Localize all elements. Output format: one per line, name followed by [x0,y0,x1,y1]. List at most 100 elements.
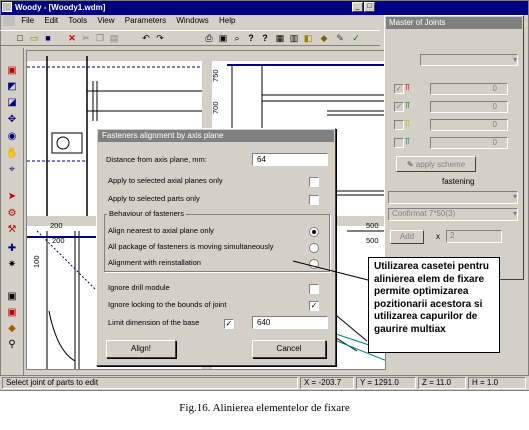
apply-axial-checkbox[interactable] [309,177,319,187]
count-field[interactable]: 2 [446,230,502,243]
menu-file[interactable]: File [17,14,38,28]
ignore-drill-checkbox[interactable] [309,284,319,294]
fastening-label: fastening [442,177,475,186]
status-message: Select joint of parts to edit [2,377,298,389]
hand-icon[interactable]: ✋ [5,147,19,161]
maximize-icon[interactable]: □ [364,2,375,12]
view-side-icon[interactable]: ▣ [5,306,19,320]
joint-1-field[interactable]: 0 [430,83,508,95]
distance-input[interactable]: 64 [252,153,328,166]
joint-2-field[interactable]: 0 [430,101,508,113]
status-h: H = 1.0 [468,377,526,389]
grid-icon[interactable]: ▦ [274,32,286,44]
joint-2-checkbox[interactable]: ✓ [394,102,404,112]
new-icon[interactable]: □ [14,32,26,44]
ruler-tick-700: 700 [211,101,220,114]
redo-icon[interactable]: ↷ [154,32,166,44]
distance-label: Distance from axis plane, mm: [106,155,207,164]
joint-3-checkbox[interactable] [394,120,404,130]
joint-4-field[interactable]: 0 [430,137,508,149]
table-icon[interactable]: ▥ [288,32,300,44]
cut-icon[interactable]: ✂ [80,32,92,44]
part-icon[interactable]: ◩ [5,80,19,94]
ruler-tick-500-top: 500 [366,221,379,230]
ignore-locking-checkbox[interactable]: ✓ [309,301,319,311]
rotate-icon[interactable]: ◉ [5,130,19,144]
save-icon[interactable]: ■ [42,32,54,44]
apply-parts-checkbox[interactable] [309,195,319,205]
menu-edit[interactable]: Edit [40,14,62,28]
callout-note: Utilizarea casetei pentru alinierea elem… [368,257,500,353]
delete-icon[interactable]: ✕ [66,32,78,44]
menu-view[interactable]: View [93,14,118,28]
dialog-title: Fasteners alignment by axis plane [98,130,334,142]
option-reinstall-label: Alignment with reinstallation [108,258,201,267]
help-icon[interactable]: ? [245,32,257,44]
option-package-radio[interactable] [309,243,319,253]
menu-bar: File Edit Tools View Parameters Windows … [0,14,380,28]
view-front-icon[interactable]: ▣ [5,290,19,304]
joint-4-icon: ⫪ [405,136,411,146]
preview-icon[interactable]: ▣ [217,32,229,44]
edit-part-icon[interactable]: ◪ [5,96,19,110]
option-package-label: All package of fasteners is moving simul… [108,242,274,251]
print-icon[interactable]: ⎙ [203,32,215,44]
menu-help[interactable]: Help [215,14,239,28]
app-menu-icon[interactable] [3,15,15,26]
joint-icon[interactable]: ⚙ [5,207,19,221]
fastener-icon[interactable]: ⚒ [5,223,19,237]
copy-icon[interactable]: ❐ [94,32,106,44]
check-icon[interactable]: ✓ [350,32,362,44]
limit-checkbox[interactable]: ✓ [224,319,234,329]
fastening-type-combo[interactable]: ▾ [388,191,518,204]
pin-icon[interactable]: ⚲ [5,338,19,352]
open-icon[interactable]: ▭ [28,32,40,44]
window-title: Woody - [Woody1.wdm] [15,3,106,12]
paste-icon[interactable]: ▤ [108,32,120,44]
apply-scheme-label: apply scheme [415,160,466,169]
callout-pointer [292,260,369,281]
menu-windows[interactable]: Windows [172,14,212,28]
joint-combo[interactable]: ▾ [420,54,518,66]
ruler-tick-750: 750 [211,69,220,82]
joint-1-checkbox[interactable]: ✓ [394,84,404,94]
zoom-icon[interactable]: ⌕ [231,32,243,44]
joint-3-field[interactable]: 0 [430,119,508,131]
ruler-tick-100: 100 [32,255,41,268]
undo-icon[interactable]: ↶ [140,32,152,44]
limit-input[interactable]: 640 [252,316,328,329]
view-3d-icon[interactable]: ◆ [5,322,19,336]
layers-icon[interactable]: ◧ [302,32,314,44]
apply-axial-label: Apply to selected axial planes only [108,176,223,185]
title-bar: Woody - [Woody1.wdm] [1,1,528,15]
move-icon[interactable]: ✥ [5,113,19,127]
cursor-icon[interactable]: ➤ [5,190,19,204]
context-help-icon[interactable]: ? [259,32,271,44]
fastener-combo[interactable]: Confirmat 7*50(3) ▾ [388,208,518,221]
menu-tools[interactable]: Tools [64,14,91,28]
app-icon [2,2,12,12]
ignore-locking-label: Ignore locking to the bounds of joint [108,300,227,309]
joint-1-icon: ⫪ [405,82,411,92]
wrench-icon[interactable]: ✎ [334,32,346,44]
light-icon[interactable]: ✷ [5,258,19,272]
add-button[interactable]: Add [390,230,424,244]
ignore-drill-label: Ignore drill module [108,283,170,292]
ruler-tick-200-top: 200 [50,221,63,230]
minimize-icon[interactable]: _ [352,2,363,12]
cancel-button[interactable]: Cancel [252,340,326,358]
joint-4-checkbox[interactable] [394,138,404,148]
align-button[interactable]: Align! [106,340,176,358]
menu-parameters[interactable]: Parameters [121,14,170,28]
ruler-tick-200-bottom: 200 [52,236,65,245]
wrench-icon: ✎ [406,160,416,169]
apply-scheme-button[interactable]: ✎ apply scheme [396,156,476,172]
option-nearest-label: Align nearest to axial plane only [108,226,214,235]
measure-icon[interactable]: ⌖ [5,163,19,177]
axis-icon[interactable]: ✚ [5,242,19,256]
select-icon[interactable]: ▣ [5,64,19,78]
cube-icon[interactable]: ◆ [318,32,330,44]
option-nearest-radio[interactable] [309,227,319,237]
master-panel-title: Master of Joints [386,17,522,29]
limit-label: Limit dimension of the base [108,318,200,327]
